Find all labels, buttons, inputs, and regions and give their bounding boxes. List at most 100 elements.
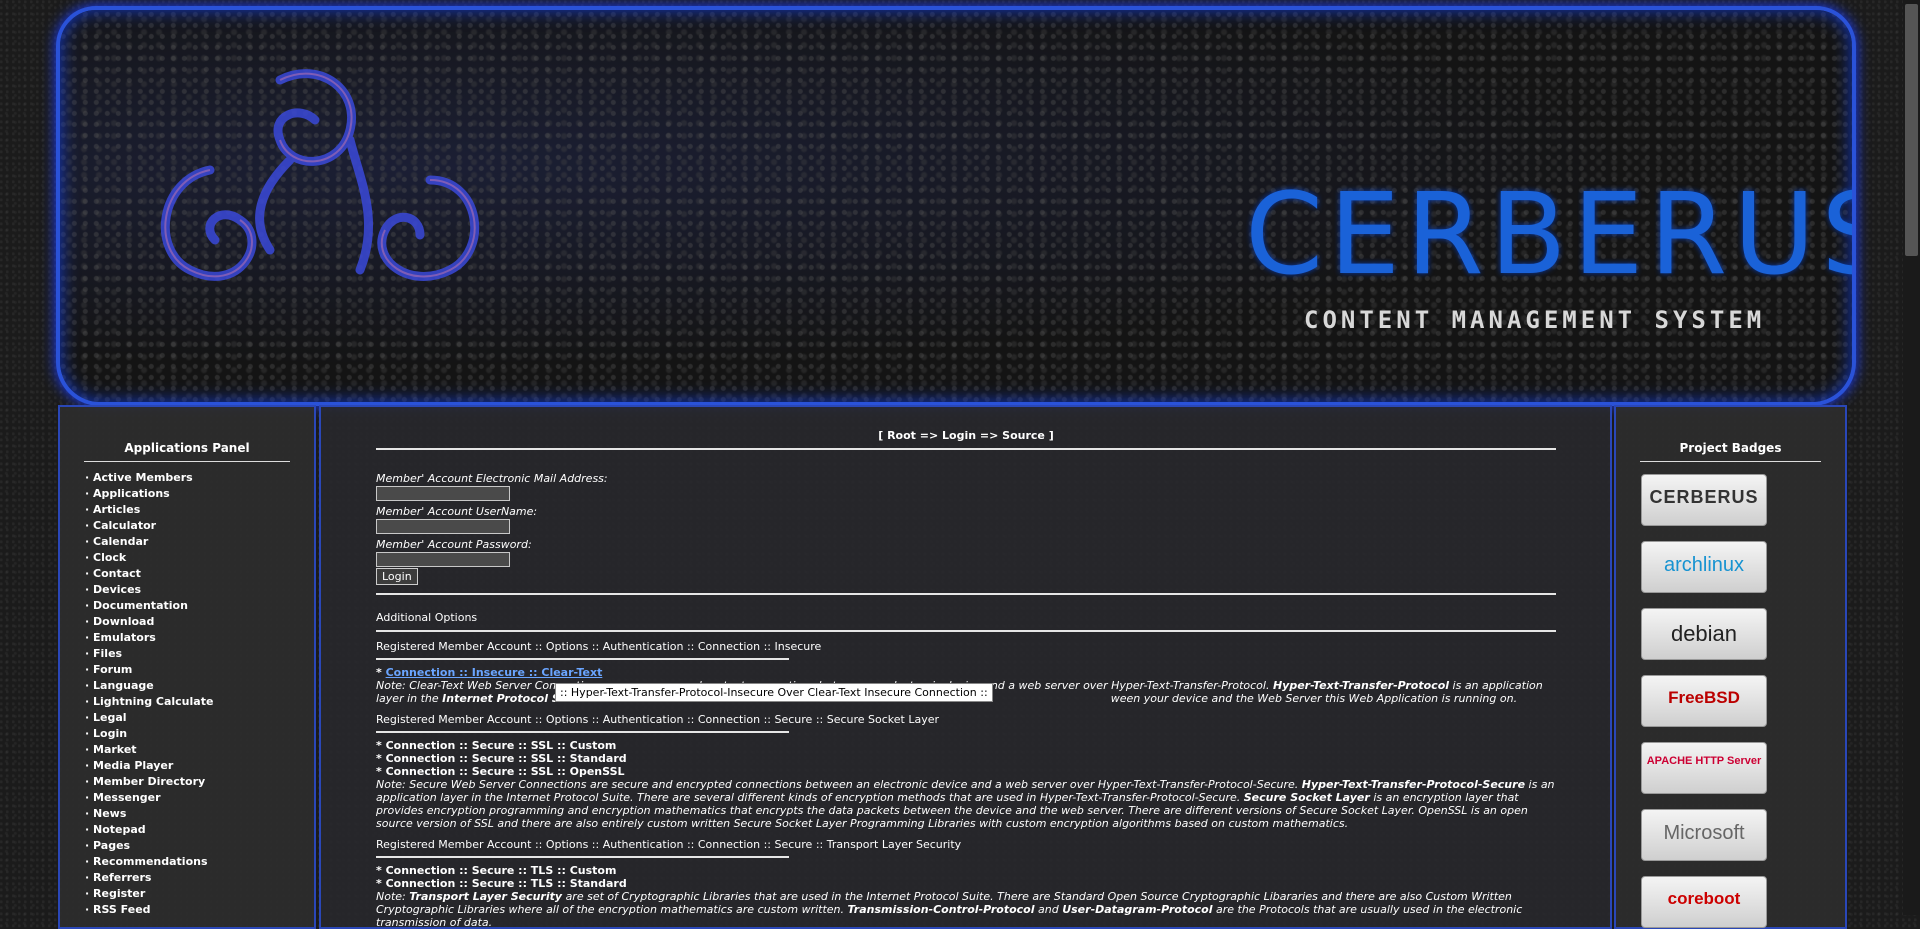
password-field[interactable] bbox=[376, 552, 510, 567]
menu-item-link[interactable]: Applications bbox=[93, 487, 170, 500]
cerberus-badge[interactable]: CERBERUS bbox=[1641, 474, 1767, 526]
divider bbox=[376, 630, 1556, 632]
menu-item-link[interactable]: Emulators bbox=[93, 631, 156, 644]
scroll-thumb[interactable] bbox=[1905, 4, 1918, 256]
additional-options-heading: Additional Options bbox=[376, 611, 478, 624]
menu-item-link[interactable]: Clock bbox=[93, 551, 126, 564]
menu-item[interactable]: Register bbox=[85, 886, 314, 902]
insecure-heading: Registered Member Account :: Options :: … bbox=[376, 640, 822, 653]
menu-item-link[interactable]: Messenger bbox=[93, 791, 161, 804]
ssl-option[interactable]: * Connection :: Secure :: SSL :: Custom bbox=[376, 739, 1556, 752]
menu-item-link[interactable]: Pages bbox=[93, 839, 130, 852]
microsoft-badge[interactable]: Microsoft bbox=[1641, 809, 1767, 861]
menu-item[interactable]: Download bbox=[85, 614, 314, 630]
password-label: Member' Account Password: bbox=[376, 538, 532, 551]
tls-note: Note: Transport Layer Security are set o… bbox=[376, 890, 1523, 929]
ssl-options: * Connection :: Secure :: SSL :: Custom *… bbox=[376, 739, 1556, 778]
tls-option[interactable]: * Connection :: Secure :: TLS :: Standar… bbox=[376, 877, 1556, 890]
menu-item[interactable]: Clock bbox=[85, 550, 314, 566]
menu-item[interactable]: Files bbox=[85, 646, 314, 662]
menu-item-link[interactable]: RSS Feed bbox=[93, 903, 151, 916]
menu-item-link[interactable]: Notepad bbox=[93, 823, 146, 836]
menu-item-link[interactable]: Documentation bbox=[93, 599, 188, 612]
menu-item-link[interactable]: Forum bbox=[93, 663, 132, 676]
menu-item[interactable]: Member Directory bbox=[85, 774, 314, 790]
menu-item[interactable]: Active Members bbox=[85, 470, 314, 486]
menu-item[interactable]: Legal bbox=[85, 710, 314, 726]
swirl-logo-icon bbox=[160, 69, 480, 281]
menu-item-link[interactable]: Media Player bbox=[93, 759, 173, 772]
menu-item[interactable]: Emulators bbox=[85, 630, 314, 646]
menu-item-link[interactable]: Active Members bbox=[93, 471, 193, 484]
menu-item[interactable]: News bbox=[85, 806, 314, 822]
scrollbar[interactable] bbox=[1903, 0, 1920, 915]
applications-menu: Active Members Applications Articles Calcul… bbox=[85, 470, 314, 918]
menu-item[interactable]: Articles bbox=[85, 502, 314, 518]
menu-item-link[interactable]: Contact bbox=[93, 567, 141, 580]
menu-item[interactable]: Referrers bbox=[85, 870, 314, 886]
panel-title: Applications Panel bbox=[124, 441, 250, 455]
divider bbox=[376, 731, 789, 733]
ssl-option[interactable]: * Connection :: Secure :: SSL :: Standar… bbox=[376, 752, 1556, 765]
email-label: Member' Account Electronic Mail Address: bbox=[376, 472, 608, 485]
menu-item-link[interactable]: News bbox=[93, 807, 126, 820]
menu-item-link[interactable]: Files bbox=[93, 647, 122, 660]
username-field[interactable] bbox=[376, 519, 510, 534]
divider bbox=[376, 658, 789, 660]
menu-item[interactable]: Language bbox=[85, 678, 314, 694]
menu-item-link[interactable]: Calendar bbox=[93, 535, 148, 548]
menu-item-link[interactable]: Articles bbox=[93, 503, 140, 516]
menu-item[interactable]: RSS Feed bbox=[85, 902, 314, 918]
tls-heading: Registered Member Account :: Options :: … bbox=[376, 838, 962, 851]
project-badges-panel: Project Badges CERBERUS archlinux debian… bbox=[1614, 405, 1847, 929]
menu-item-link[interactable]: Download bbox=[93, 615, 154, 628]
menu-item[interactable]: Pages bbox=[85, 838, 314, 854]
archlinux-badge[interactable]: archlinux bbox=[1641, 541, 1767, 593]
breadcrumb: [ Root => Login => Source ] bbox=[878, 429, 1054, 442]
menu-item-link[interactable]: Legal bbox=[93, 711, 127, 724]
menu-item[interactable]: Media Player bbox=[85, 758, 314, 774]
menu-item[interactable]: Forum bbox=[85, 662, 314, 678]
menu-item[interactable]: Login bbox=[85, 726, 314, 742]
menu-item-link[interactable]: Login bbox=[93, 727, 127, 740]
tooltip: :: Hyper-Text-Transfer-Protocol-Insecure… bbox=[555, 683, 993, 702]
debian-badge[interactable]: debian bbox=[1641, 608, 1767, 660]
menu-item[interactable]: Notepad bbox=[85, 822, 314, 838]
menu-item[interactable]: Documentation bbox=[85, 598, 314, 614]
menu-item[interactable]: Applications bbox=[85, 486, 314, 502]
apache-badge[interactable]: APACHE HTTP Server bbox=[1641, 742, 1767, 794]
menu-item[interactable]: Devices bbox=[85, 582, 314, 598]
menu-item-link[interactable]: Referrers bbox=[93, 871, 151, 884]
header-banner: CERBERUS CONTENT MANAGEMENT SYSTEM bbox=[56, 6, 1856, 406]
freebsd-badge[interactable]: FreeBSD bbox=[1641, 675, 1767, 727]
menu-item[interactable]: Recommendations bbox=[85, 854, 314, 870]
menu-item[interactable]: Calculator bbox=[85, 518, 314, 534]
menu-item-link[interactable]: Calculator bbox=[93, 519, 156, 532]
tls-option[interactable]: * Connection :: Secure :: TLS :: Custom bbox=[376, 864, 1556, 877]
divider bbox=[376, 448, 1556, 450]
login-button[interactable]: Login bbox=[376, 568, 418, 585]
ssl-note: Note: Secure Web Server Connections are … bbox=[376, 778, 1555, 830]
menu-item-link[interactable]: Lightning Calculate bbox=[93, 695, 213, 708]
menu-item-link[interactable]: Devices bbox=[93, 583, 141, 596]
applications-panel: Applications Panel Active Members Applica… bbox=[58, 405, 316, 929]
menu-item-link[interactable]: Market bbox=[93, 743, 137, 756]
menu-item-link[interactable]: Member Directory bbox=[93, 775, 205, 788]
divider bbox=[84, 461, 290, 462]
menu-item[interactable]: Messenger bbox=[85, 790, 314, 806]
logo-title: CERBERUS bbox=[1245, 170, 1856, 300]
menu-item[interactable]: Lightning Calculate bbox=[85, 694, 314, 710]
menu-item[interactable]: Market bbox=[85, 742, 314, 758]
coreboot-badge[interactable]: coreboot bbox=[1641, 876, 1767, 928]
username-label: Member' Account UserName: bbox=[376, 505, 538, 518]
ssl-heading: Registered Member Account :: Options :: … bbox=[376, 713, 940, 726]
menu-item[interactable]: Calendar bbox=[85, 534, 314, 550]
menu-item-link[interactable]: Recommendations bbox=[93, 855, 208, 868]
ssl-option[interactable]: * Connection :: Secure :: SSL :: OpenSSL bbox=[376, 765, 1556, 778]
clear-text-link[interactable]: Connection :: Insecure :: Clear-Text bbox=[386, 666, 603, 679]
email-field[interactable] bbox=[376, 486, 510, 501]
menu-item-link[interactable]: Register bbox=[93, 887, 145, 900]
menu-item-link[interactable]: Language bbox=[93, 679, 154, 692]
menu-item[interactable]: Contact bbox=[85, 566, 314, 582]
divider bbox=[376, 856, 789, 858]
